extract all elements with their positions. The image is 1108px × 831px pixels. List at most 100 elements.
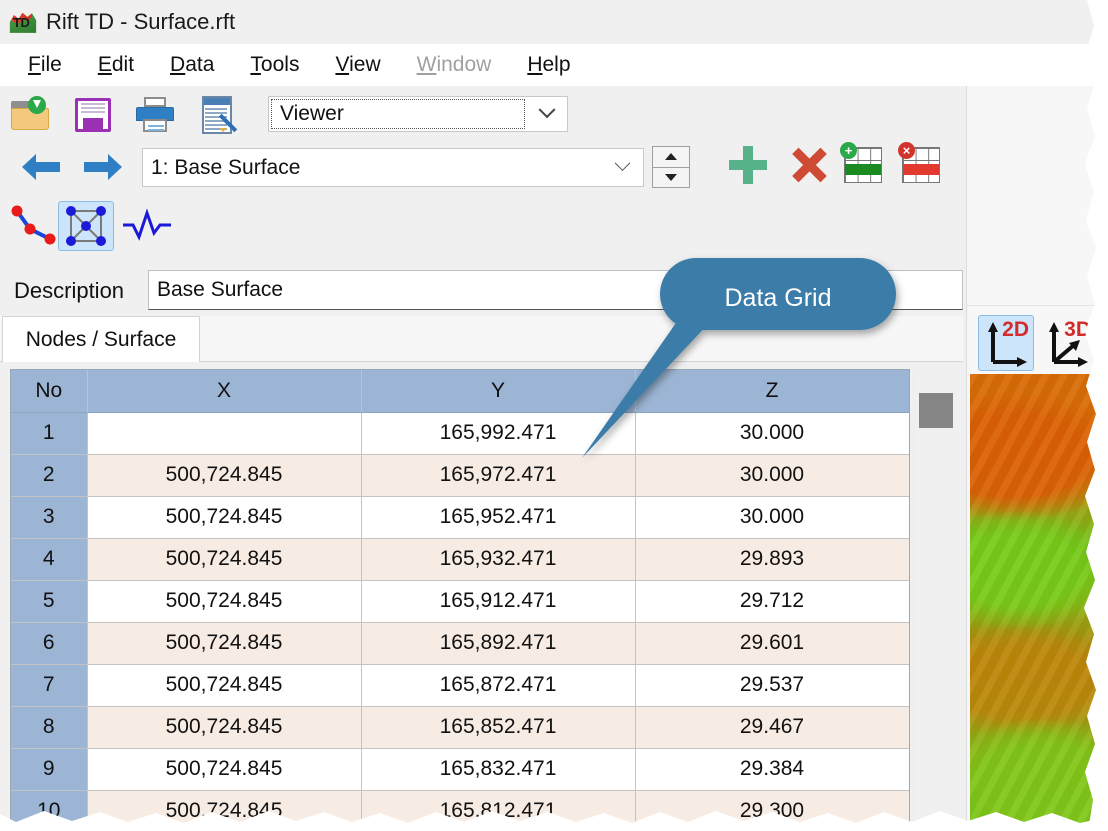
data-grid[interactable]: No X Y Z 1 500,724.845 165,992.471 30.000 2 5… [10,369,910,824]
table-row[interactable]: 1 500,724.845 165,992.471 30.000 [11,412,909,455]
cell-x[interactable]: 500,724.845 [87,748,362,791]
cell-x[interactable]: 500,724.845 [87,496,362,539]
profile-waveform-icon[interactable] [120,203,174,249]
row-number-cell[interactable]: 8 [11,706,88,749]
scrollbar-thumb[interactable] [919,393,953,428]
cell-y[interactable]: 165,812.471 [361,790,636,823]
cell-z[interactable]: 30.000 [635,496,909,539]
open-folder-icon[interactable] [8,94,54,136]
cell-y[interactable]: 165,972.471 [361,454,636,497]
column-header-no[interactable]: No [11,370,88,413]
row-number-cell[interactable]: 3 [11,496,88,539]
column-header-z[interactable]: Z [635,370,909,413]
menu-item-tools[interactable]: Tools [232,51,317,79]
description-row: Description Base Surface [0,268,1108,316]
triangle-down-icon[interactable] [653,168,689,188]
arrow-right-icon[interactable] [80,148,126,186]
cross-icon[interactable] [786,144,830,186]
view-2d-label: 2D [1002,318,1029,341]
cell-y[interactable]: 165,992.471 [361,412,636,455]
view-2d-button[interactable]: 2D [978,315,1034,371]
viewer-combo[interactable]: Viewer [268,96,568,132]
cell-y[interactable]: 165,872.471 [361,664,636,707]
cell-y[interactable]: 165,892.471 [361,622,636,665]
callout-text: Data Grid [724,283,832,312]
tab-strip: Nodes / Surface [0,316,963,362]
chevron-down-icon[interactable] [601,155,643,173]
grid-delete-row-icon[interactable]: × [896,142,944,188]
triangle-up-icon[interactable] [653,147,689,168]
cell-y[interactable]: 165,912.471 [361,580,636,623]
table-row[interactable]: 3 500,724.845 165,952.471 30.000 [11,496,909,539]
terrain-elevation-preview[interactable] [970,374,1096,831]
cell-x[interactable]: 500,724.845 [87,454,362,497]
row-number-cell[interactable]: 1 [11,412,88,455]
column-header-y[interactable]: Y [361,370,636,413]
cell-y[interactable]: 165,932.471 [361,538,636,581]
cell-z[interactable]: 30.000 [635,412,909,455]
menu-bar: File Edit Data Tools View Window Help [0,44,1108,86]
table-row[interactable]: 10 500,724.845 165,812.471 29.300 [11,790,909,823]
viewer-combo-value: Viewer [271,99,525,129]
cell-z[interactable]: 29.300 [635,790,909,823]
cell-z[interactable]: 29.601 [635,622,909,665]
cell-z[interactable]: 30.000 [635,454,909,497]
cell-z[interactable]: 29.893 [635,538,909,581]
cell-x[interactable]: 500,724.845 [87,580,362,623]
cell-z[interactable]: 29.384 [635,748,909,791]
row-number-cell[interactable]: 7 [11,664,88,707]
vertical-scrollbar[interactable] [913,369,957,824]
description-label: Description [14,278,125,303]
table-row[interactable]: 5 500,724.845 165,912.471 29.712 [11,580,909,623]
table-row[interactable]: 2 500,724.845 165,972.471 30.000 [11,454,909,497]
cell-y[interactable]: 165,832.471 [361,748,636,791]
chevron-down-icon[interactable] [527,97,567,131]
table-row[interactable]: 6 500,724.845 165,892.471 29.601 [11,622,909,665]
cell-x[interactable]: 500,724.845 [87,790,362,823]
row-number-cell[interactable]: 9 [11,748,88,791]
menu-item-file[interactable]: File [10,51,80,79]
grid-add-row-icon[interactable]: + [838,142,886,188]
cell-y[interactable]: 165,852.471 [361,706,636,749]
printer-icon[interactable] [132,94,178,136]
window-title: Rift TD - Surface.rft [46,9,236,34]
panel-divider [966,305,1108,306]
row-number-cell[interactable]: 5 [11,580,88,623]
arrow-left-icon[interactable] [18,148,64,186]
cell-x[interactable]: 500,724.845 [87,664,362,707]
column-header-x[interactable]: X [87,370,362,413]
menu-item-data[interactable]: Data [152,51,232,79]
menu-item-help[interactable]: Help [509,51,588,79]
surface-index-stepper[interactable] [652,146,690,188]
menu-item-edit[interactable]: Edit [80,51,152,79]
menu-item-view[interactable]: View [317,51,398,79]
edit-report-icon[interactable] [196,94,242,136]
tab-nodes-surface[interactable]: Nodes / Surface [2,316,200,362]
cell-x[interactable]: 500,724.845 [87,622,362,665]
title-bar: TD Rift TD - Surface.rft [0,0,1108,44]
save-floppy-icon[interactable] [70,94,116,136]
table-row[interactable]: 7 500,724.845 165,872.471 29.537 [11,664,909,707]
surface-combo[interactable]: 1: Base Surface [142,148,644,187]
cell-z[interactable]: 29.467 [635,706,909,749]
surface-mesh-icon[interactable] [58,201,114,251]
table-row[interactable]: 4 500,724.845 165,932.471 29.893 [11,538,909,581]
polyline-points-icon[interactable] [6,203,60,249]
view-3d-button[interactable]: 3D [1040,315,1096,371]
table-row[interactable]: 9 500,724.845 165,832.471 29.384 [11,748,909,791]
cell-x[interactable]: 500,724.845 [87,412,362,455]
terrain-td-logo-icon: TD [8,8,38,36]
plus-icon[interactable] [726,144,770,186]
cell-y[interactable]: 165,952.471 [361,496,636,539]
cell-x[interactable]: 500,724.845 [87,706,362,749]
cell-z[interactable]: 29.537 [635,664,909,707]
table-row[interactable]: 8 500,724.845 165,852.471 29.467 [11,706,909,749]
cell-z[interactable]: 29.712 [635,580,909,623]
row-number-cell[interactable]: 10 [11,790,88,823]
view-3d-label: 3D [1064,318,1091,341]
cell-x[interactable]: 500,724.845 [87,538,362,581]
row-number-cell[interactable]: 2 [11,454,88,497]
table-header-row: No X Y Z [11,370,909,413]
row-number-cell[interactable]: 4 [11,538,88,581]
row-number-cell[interactable]: 6 [11,622,88,665]
